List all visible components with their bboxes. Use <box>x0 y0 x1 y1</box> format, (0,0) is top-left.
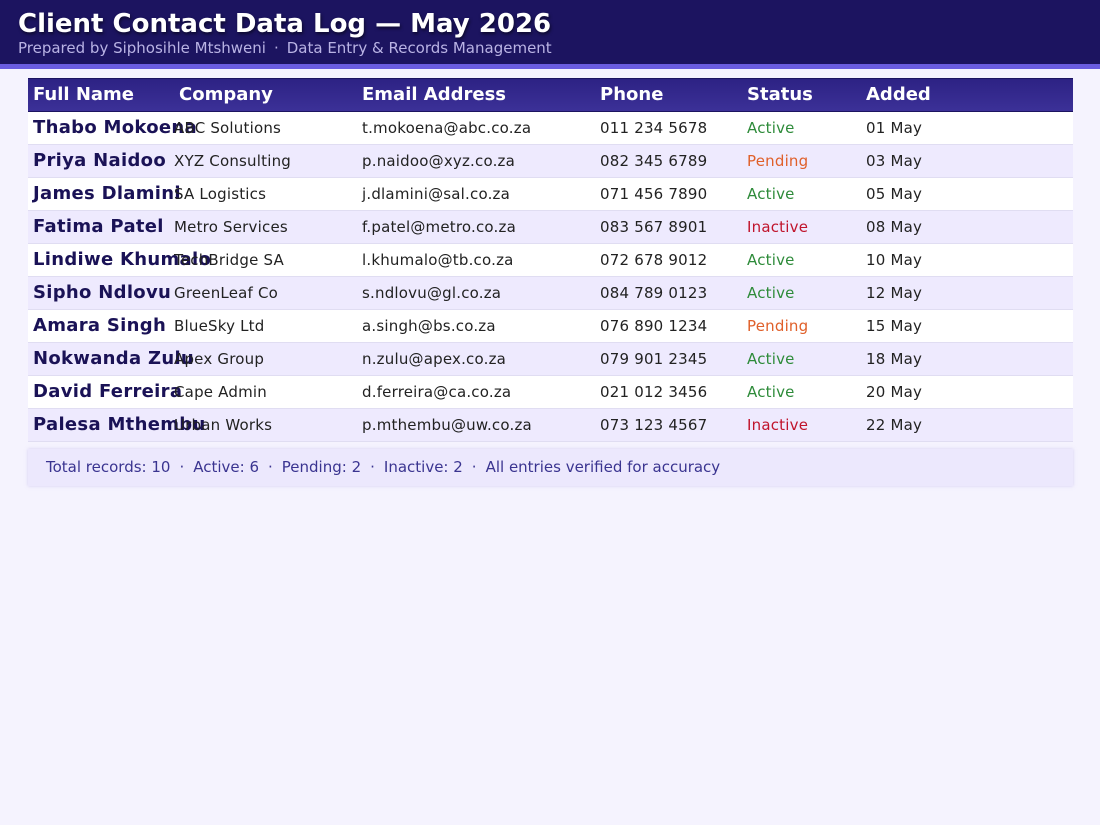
cell-email: p.mthembu@uw.co.za <box>362 416 532 434</box>
cell-company: ABC Solutions <box>174 119 282 137</box>
table-body: Thabo Mokoena ABC Solutions t.mokoena@abc.… <box>28 111 1073 442</box>
summary-separator: · <box>471 458 477 476</box>
cell-added: 22 May <box>866 416 923 434</box>
status-badge: Active <box>747 251 795 269</box>
status-badge: Active <box>747 185 795 203</box>
table-row: Palesa Mthembu Urban Works p.mthembu@uw.co… <box>28 408 1073 442</box>
cell-added: 20 May <box>866 383 923 401</box>
status-badge: Active <box>747 119 795 137</box>
summary-item: Pending: 2 <box>281 458 362 476</box>
status-badge: Pending <box>747 317 809 335</box>
cell-email: a.singh@bs.co.za <box>362 317 496 335</box>
contact-table-container: Full Name Company Email Address Phone Status… <box>28 78 1073 442</box>
table-row: Thabo Mokoena ABC Solutions t.mokoena@abc.… <box>28 111 1073 145</box>
status-badge: Active <box>747 350 795 368</box>
cell-phone: 079 901 2345 <box>600 350 708 368</box>
cell-company: XYZ Consulting <box>174 152 292 170</box>
cell-name: Nokwanda Zulu <box>33 348 195 369</box>
cell-phone: 083 567 8901 <box>600 218 708 236</box>
column-header-status: Status <box>742 78 861 112</box>
column-header-added: Added <box>861 78 1073 112</box>
cell-company: Apex Group <box>174 350 265 368</box>
cell-name: Priya Naidoo <box>33 150 166 171</box>
cell-added: 18 May <box>866 350 923 368</box>
summary-item: Active: 6 <box>193 458 259 476</box>
cell-email: n.zulu@apex.co.za <box>362 350 507 368</box>
cell-phone: 071 456 7890 <box>600 185 708 203</box>
table-row: Lindiwe Khumalo TechBridge SA l.khumalo@tb… <box>28 243 1073 277</box>
cell-email: t.mokoena@abc.co.za <box>362 119 532 137</box>
department-label: Data Entry & Records Management <box>286 39 552 57</box>
cell-phone: 021 012 3456 <box>600 383 708 401</box>
cell-phone: 011 234 5678 <box>600 119 708 137</box>
cell-phone: 084 789 0123 <box>600 284 708 302</box>
status-badge: Active <box>747 284 795 302</box>
cell-company: TechBridge SA <box>174 251 284 269</box>
cell-added: 10 May <box>866 251 923 269</box>
cell-name: James Dlamini <box>33 183 181 204</box>
cell-added: 05 May <box>866 185 923 203</box>
cell-company: Cape Admin <box>174 383 267 401</box>
table-row: Fatima Patel Metro Services f.patel@metro.… <box>28 210 1073 244</box>
cell-company: GreenLeaf Co <box>174 284 279 302</box>
summary-item: Inactive: 2 <box>383 458 463 476</box>
summary-separator: · <box>268 458 273 476</box>
cell-name: Fatima Patel <box>33 216 164 237</box>
status-badge: Active <box>747 383 795 401</box>
cell-phone: 073 123 4567 <box>600 416 708 434</box>
cell-name: Lindiwe Khumalo <box>33 249 212 270</box>
page-subtitle: Prepared by Siphosihle Mtshweni · Data Ent… <box>18 39 552 57</box>
cell-email: p.naidoo@xyz.co.za <box>362 152 516 170</box>
summary-separator: · <box>179 458 185 476</box>
cell-company: SA Logistics <box>174 185 267 203</box>
cell-email: s.ndlovu@gl.co.za <box>362 284 502 302</box>
table-row: Priya Naidoo XYZ Consulting p.naidoo@xyz.c… <box>28 144 1073 178</box>
table-header-row: Full Name Company Email Address Phone Status… <box>28 78 1073 112</box>
cell-added: 08 May <box>866 218 923 236</box>
table-row: Sipho Ndlovu GreenLeaf Co s.ndlovu@gl.co.z… <box>28 276 1073 310</box>
table-row: David Ferreira Cape Admin d.ferreira@ca.co… <box>28 375 1073 409</box>
contact-table: Full Name Company Email Address Phone Status… <box>28 78 1073 442</box>
cell-name: Thabo Mokoena <box>33 117 197 138</box>
cell-phone: 072 678 9012 <box>600 251 708 269</box>
cell-name: David Ferreira <box>33 381 183 402</box>
cell-company: BlueSky Ltd <box>174 317 265 335</box>
cell-company: Metro Services <box>174 218 288 236</box>
cell-phone: 076 890 1234 <box>600 317 708 335</box>
column-header-name: Full Name <box>28 78 174 112</box>
summary-item: Total records: 10 <box>46 458 171 476</box>
cell-added: 12 May <box>866 284 923 302</box>
cell-name: Palesa Mthembu <box>33 414 206 435</box>
column-header-company: Company <box>174 78 357 112</box>
table-row: Nokwanda Zulu Apex Group n.zulu@apex.co.za… <box>28 342 1073 376</box>
summary-separator: · <box>370 458 375 476</box>
page-title: Client Contact Data Log — May 2026 <box>18 9 552 39</box>
summary-item: All entries verified for accuracy <box>485 458 721 476</box>
status-badge: Inactive <box>747 416 809 434</box>
summary-text: Total records: 10 · Active: 6 · Pending: 2 · I… <box>46 449 720 486</box>
page-header: Client Contact Data Log — May 2026 Prepa… <box>0 0 1100 69</box>
column-header-phone: Phone <box>595 78 742 112</box>
author-label: Prepared by Siphosihle Mtshweni <box>18 39 266 57</box>
cell-added: 01 May <box>866 119 923 137</box>
cell-name: Amara Singh <box>33 315 167 336</box>
cell-email: f.patel@metro.co.za <box>362 218 516 236</box>
cell-email: d.ferreira@ca.co.za <box>362 383 512 401</box>
status-badge: Pending <box>747 152 809 170</box>
summary-footer: Total records: 10 · Active: 6 · Pending: 2 · I… <box>28 449 1073 486</box>
cell-name: Sipho Ndlovu <box>33 282 172 303</box>
cell-company: Urban Works <box>174 416 273 434</box>
cell-email: j.dlamini@sal.co.za <box>362 185 511 203</box>
table-row: James Dlamini SA Logistics j.dlamini@sal.c… <box>28 177 1073 211</box>
cell-added: 15 May <box>866 317 923 335</box>
cell-phone: 082 345 6789 <box>600 152 708 170</box>
subtitle-separator: · <box>273 39 279 57</box>
cell-added: 03 May <box>866 152 923 170</box>
column-header-email: Email Address <box>357 78 595 112</box>
cell-email: l.khumalo@tb.co.za <box>362 251 514 269</box>
table-row: Amara Singh BlueSky Ltd a.singh@bs.co.za 07… <box>28 309 1073 343</box>
status-badge: Inactive <box>747 218 809 236</box>
